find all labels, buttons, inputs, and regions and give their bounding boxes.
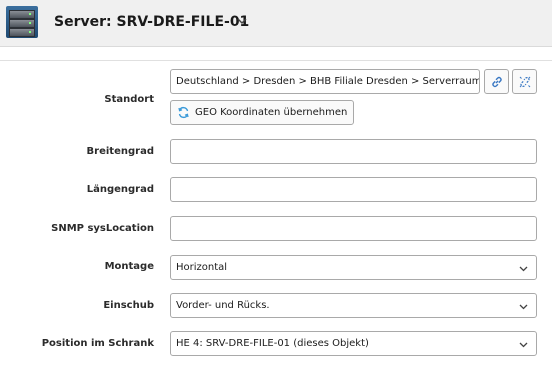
chevron-down-icon[interactable] bbox=[236, 15, 248, 27]
refresh-icon bbox=[178, 106, 189, 119]
page-title: Server: SRV-DRE-FILE-01 bbox=[54, 14, 250, 30]
unlink-location-button[interactable] bbox=[512, 69, 537, 94]
laengengrad-input[interactable] bbox=[170, 177, 537, 202]
geo-coordinates-button[interactable]: GEO Koordinaten übernehmen bbox=[170, 100, 355, 125]
montage-value: Horizontal bbox=[176, 262, 228, 273]
montage-label: Montage bbox=[104, 261, 154, 272]
header-bar: Server: SRV-DRE-FILE-01 bbox=[0, 0, 552, 47]
unlink-icon bbox=[519, 76, 531, 88]
rack-unit bbox=[9, 19, 35, 28]
einschub-value: Vorder- und Rücks. bbox=[176, 300, 270, 311]
chevron-down-icon bbox=[519, 342, 528, 348]
chevron-down-icon bbox=[519, 266, 528, 272]
link-location-button[interactable] bbox=[484, 69, 509, 94]
laengengrad-label: Längengrad bbox=[86, 184, 154, 195]
standort-input[interactable]: Deutschland > Dresden > BHB Filiale Dres… bbox=[170, 69, 480, 94]
position-value: HE 4: SRV-DRE-FILE-01 (dieses Objekt) bbox=[176, 338, 369, 349]
position-select[interactable]: HE 4: SRV-DRE-FILE-01 (dieses Objekt) bbox=[170, 331, 537, 356]
einschub-label: Einschub bbox=[103, 300, 154, 311]
geo-button-label: GEO Koordinaten übernehmen bbox=[195, 107, 348, 118]
montage-select[interactable]: Horizontal bbox=[170, 255, 537, 280]
snmp-syslocation-label: SNMP sysLocation bbox=[51, 223, 154, 234]
standort-label: Standort bbox=[104, 94, 154, 105]
breitengrad-label: Breitengrad bbox=[86, 146, 154, 157]
server-icon bbox=[6, 6, 38, 38]
breitengrad-input[interactable] bbox=[170, 139, 537, 164]
divider bbox=[0, 60, 552, 61]
position-label: Position im Schrank bbox=[41, 338, 154, 349]
chevron-down-icon bbox=[519, 304, 528, 310]
rack-unit bbox=[9, 28, 35, 37]
link-icon bbox=[492, 76, 502, 88]
rack-unit bbox=[9, 10, 35, 19]
snmp-syslocation-input[interactable] bbox=[170, 216, 537, 241]
einschub-select[interactable]: Vorder- und Rücks. bbox=[170, 293, 537, 318]
